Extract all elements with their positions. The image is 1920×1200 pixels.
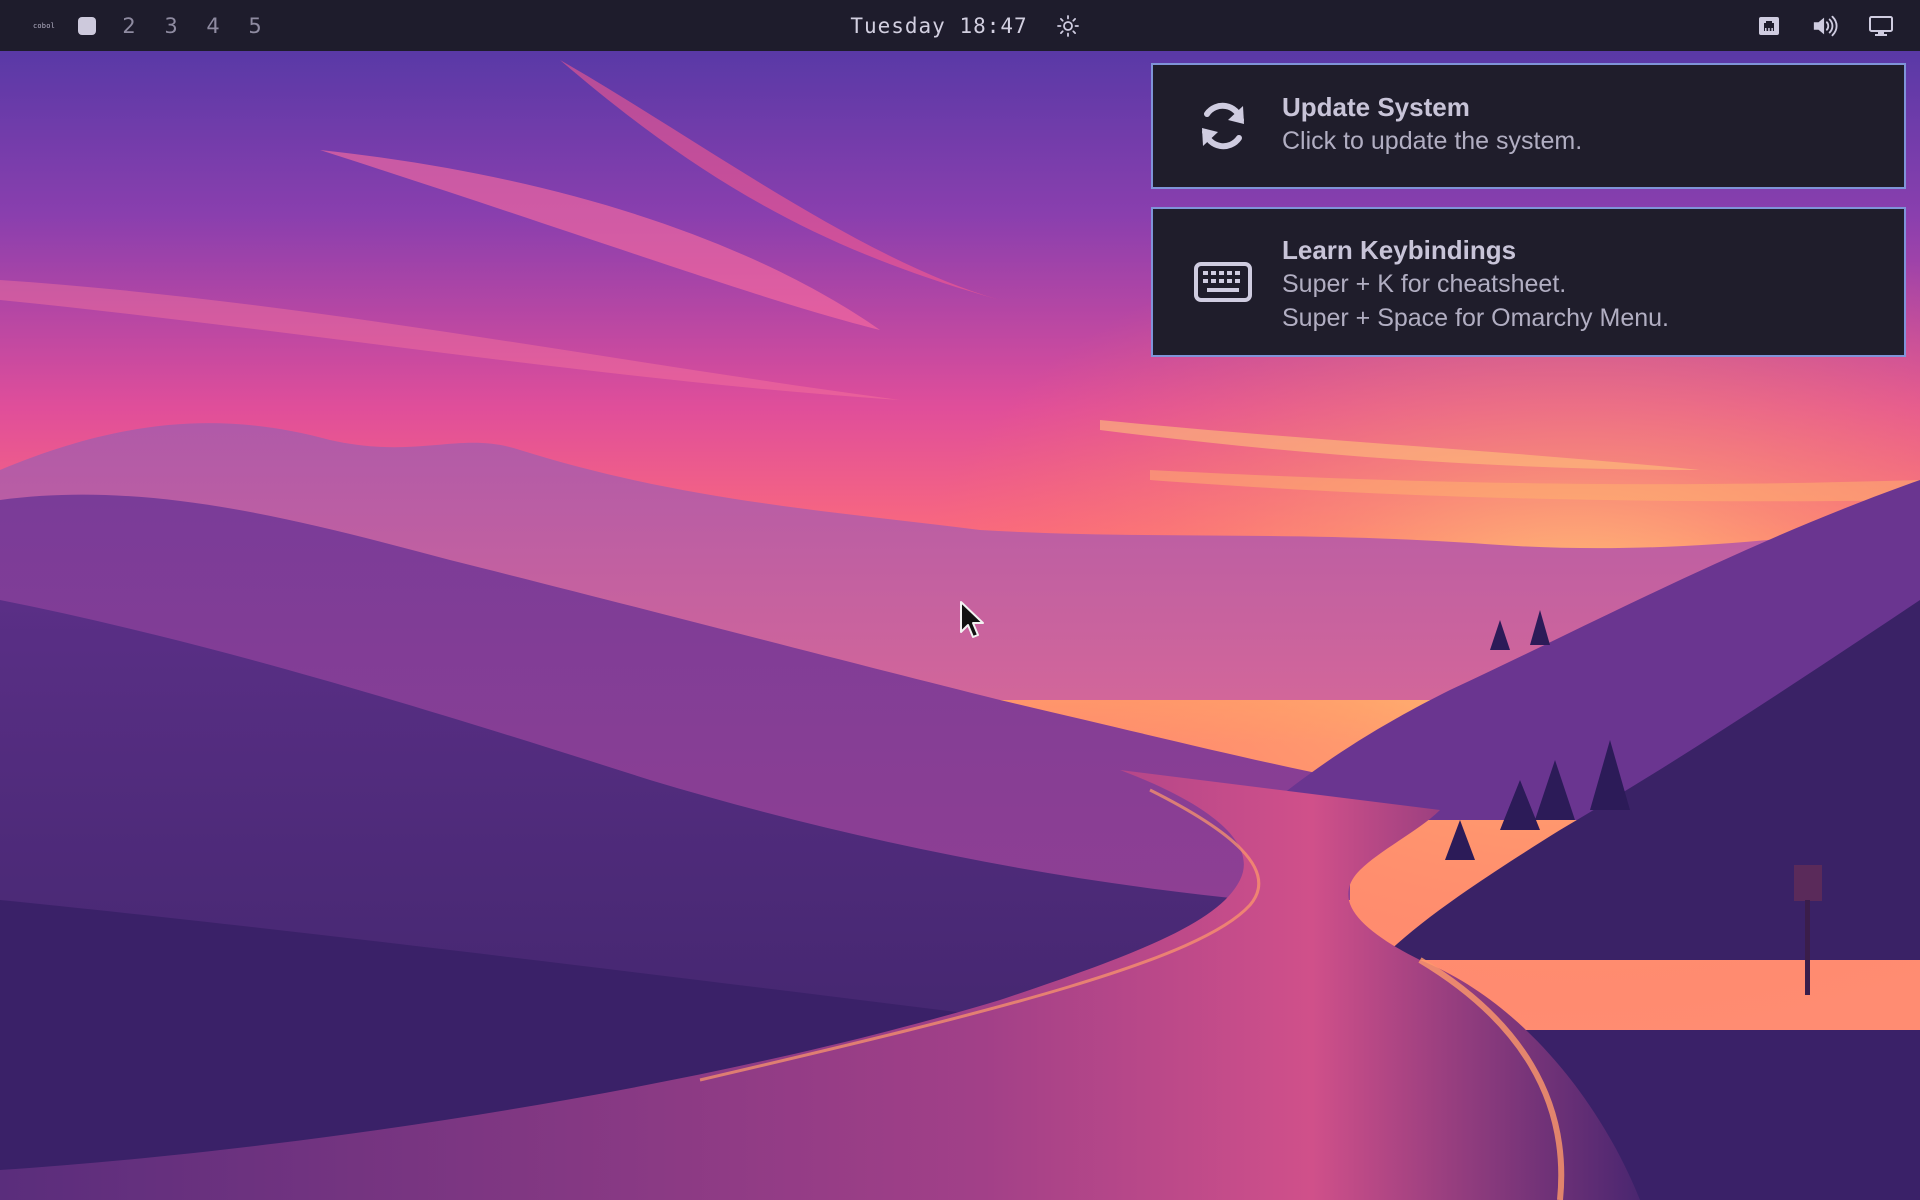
workspace-5[interactable]: 5 xyxy=(245,14,265,38)
notification-body: Learn Keybindings Super + K for cheatshe… xyxy=(1282,234,1884,334)
notification-body: Update System Click to update the system… xyxy=(1282,91,1884,157)
workspace-2[interactable]: 2 xyxy=(119,14,139,38)
system-tray xyxy=(1756,0,1894,51)
update-system-notification[interactable]: Update System Click to update the system… xyxy=(1151,63,1906,189)
keyboard-icon xyxy=(1194,262,1252,302)
workspace-switcher: cobol 2 3 4 5 xyxy=(30,0,287,51)
refresh-icon xyxy=(1202,102,1244,150)
notification-message-line-1: Super + K for cheatsheet. xyxy=(1282,270,1567,298)
mouse-pointer-icon xyxy=(960,601,984,638)
workspace-4[interactable]: 4 xyxy=(203,14,223,38)
display-icon[interactable] xyxy=(1868,13,1894,39)
omarchy-logo[interactable]: cobol xyxy=(30,22,58,30)
sun-icon[interactable] xyxy=(1056,14,1080,38)
network-ethernet-icon[interactable] xyxy=(1756,13,1782,39)
workspace-3[interactable]: 3 xyxy=(161,14,181,38)
clock[interactable]: Tuesday 18:47 xyxy=(850,14,1027,38)
notification-message: Click to update the system. xyxy=(1282,127,1583,155)
top-bar: cobol 2 3 4 5 Tuesday 18:47 xyxy=(0,0,1920,51)
notification-title: Learn Keybindings xyxy=(1282,235,1517,265)
volume-icon[interactable] xyxy=(1812,13,1838,39)
learn-keybindings-notification[interactable]: Learn Keybindings Super + K for cheatshe… xyxy=(1151,207,1906,357)
workspace-1-active-icon[interactable] xyxy=(78,16,96,35)
clock-area: Tuesday 18:47 xyxy=(0,0,1920,51)
notification-title: Update System xyxy=(1282,92,1470,122)
notification-message-line-2: Super + Space for Omarchy Menu. xyxy=(1282,304,1669,332)
